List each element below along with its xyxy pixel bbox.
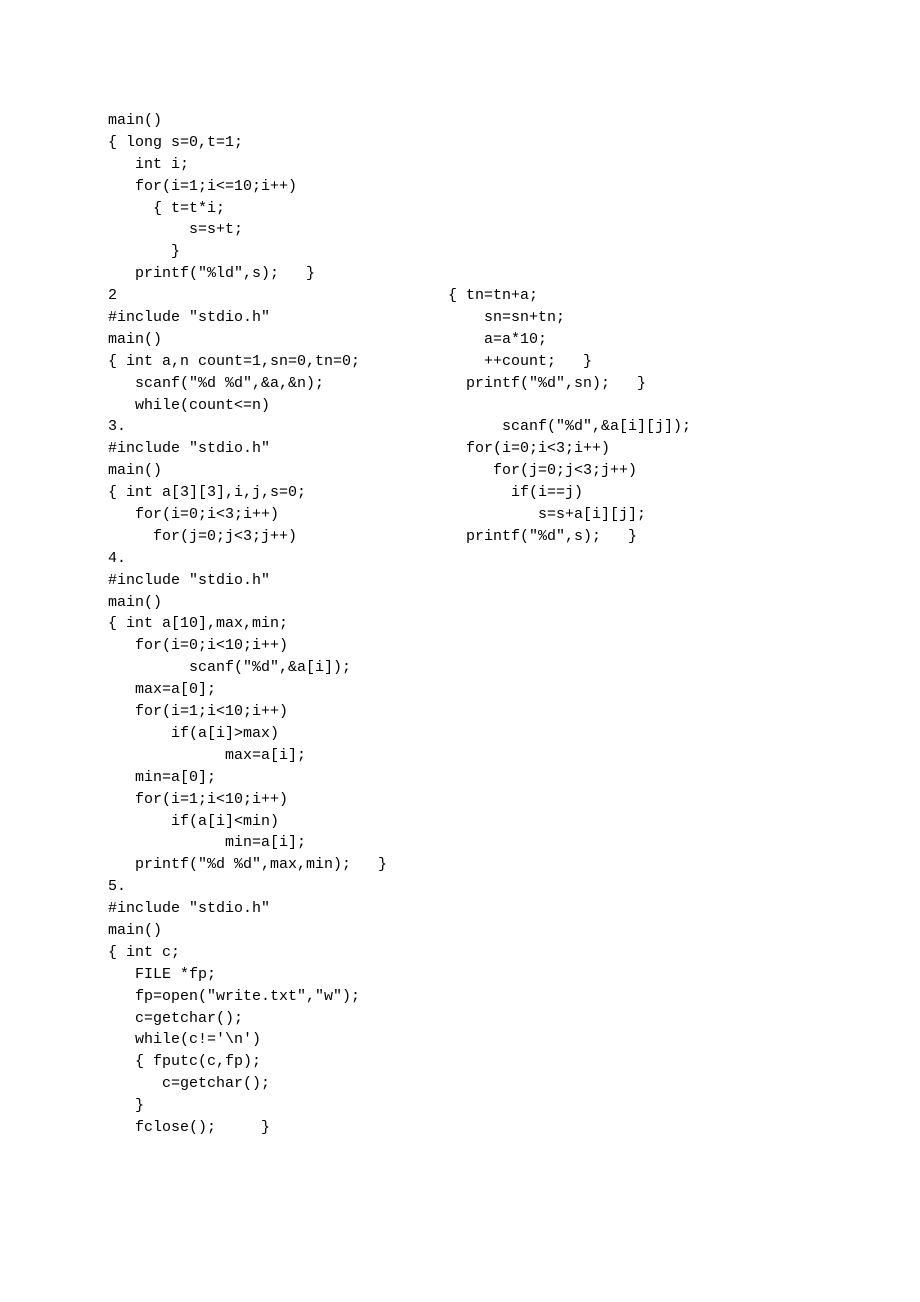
section-label-3: 3. [108, 418, 126, 435]
code-section-5: 5. #include "stdio.h" main() { int c; FI… [108, 876, 920, 1139]
code-block-2-right: { tn=tn+a; sn=sn+tn; a=a*10; ++count; } … [448, 285, 646, 416]
code-section-2: 2 #include "stdio.h" main() { int a,n co… [108, 285, 920, 416]
code-block-2-left: 2 #include "stdio.h" main() { int a,n co… [108, 285, 448, 416]
code-document: main() { long s=0,t=1; int i; for(i=1;i<… [0, 0, 920, 1139]
section-label-5: 5. [108, 878, 126, 895]
code-section-3: 3. #include "stdio.h" main() { int a[3][… [108, 416, 920, 547]
code-text-5: #include "stdio.h" main() { int c; FILE … [108, 900, 360, 1136]
code-text-4: #include "stdio.h" main() { int a[10],ma… [108, 572, 387, 874]
section-label-4: 4. [108, 550, 126, 567]
code-text-3-left: #include "stdio.h" main() { int a[3][3],… [108, 440, 306, 545]
section-label-2: 2 [108, 287, 117, 304]
code-block-3-left: 3. #include "stdio.h" main() { int a[3][… [108, 416, 448, 547]
code-block-1: main() { long s=0,t=1; int i; for(i=1;i<… [108, 110, 920, 285]
code-block-3-right: scanf("%d",&a[i][j]); for(i=0;i<3;i++) f… [448, 416, 691, 547]
code-text-2-left: #include "stdio.h" main() { int a,n coun… [108, 309, 360, 414]
code-section-4: 4. #include "stdio.h" main() { int a[10]… [108, 548, 920, 876]
